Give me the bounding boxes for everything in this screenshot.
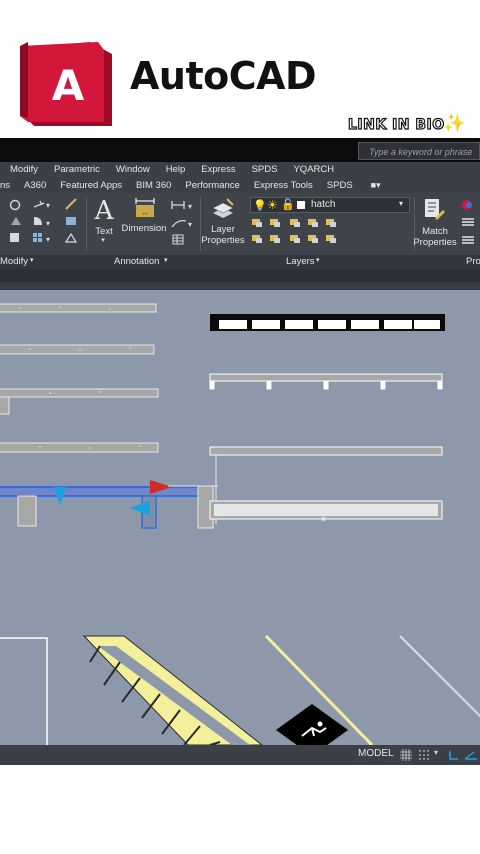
menu-item-window[interactable]: Window [116,164,150,175]
model-space-button[interactable]: MODEL [358,748,394,759]
parking-boundary [0,637,48,745]
match-properties-icon[interactable] [422,197,448,223]
right-element-4: ✳ [209,500,443,524]
menu-item-spds[interactable]: SPDS [252,164,278,175]
tab-featured-apps[interactable]: Featured Apps [60,180,122,191]
layer-freeze-icon: ☀ [267,198,278,212]
right-element-2 [209,373,443,390]
snap-toggle-icon[interactable] [418,748,430,760]
svg-text:▾: ▾ [188,220,192,229]
tab-a360[interactable]: A360 [24,180,46,191]
layer-color-swatch [297,201,305,209]
svg-text:A: A [52,61,85,110]
sparkle-icon: ✨ [443,113,466,133]
layer-dropdown-chevron-icon: ▾ [399,199,404,208]
status-dropdown-icon[interactable]: ▾ [434,748,446,760]
ortho-toggle-icon[interactable] [448,748,460,760]
menu-item-modify[interactable]: Modify [10,164,38,175]
layer-dropdown[interactable]: 💡 ☀ 🔓 hatch ▾ [250,197,410,213]
tab-express-tools[interactable]: Express Tools [254,180,313,191]
search-input[interactable]: Type a keyword or phrase [358,142,480,160]
svg-text:▾: ▾ [46,201,50,210]
svg-text:✳: ✳ [320,515,327,524]
menu-bar: Modify Parametric Window Help Express SP… [0,162,480,177]
autocad-logo-icon: A [20,42,112,126]
panel-modify-chevron-icon[interactable]: ▾ [30,256,34,264]
svg-text:▾: ▾ [46,235,50,244]
svg-text:▾: ▾ [46,219,50,228]
panel-label-properties[interactable]: Pro [466,256,480,267]
selected-beam [0,450,218,529]
ribbon-panel-labels: Modify ▾ Annotation ▾ Layers ▾ Pro [0,255,480,269]
svg-text:↔: ↔ [141,208,149,217]
ribbon-tabs: ns A360 Featured Apps BIM 360 Performanc… [0,177,480,194]
annotation-small-tools-icon[interactable]: ▾ ▾ [170,197,196,247]
dimension-tool-label[interactable]: Dimension [120,223,168,234]
menu-item-help[interactable]: Help [166,164,186,175]
panel-label-annotation[interactable]: Annotation [114,256,159,267]
polar-toggle-icon[interactable] [464,748,477,760]
text-tool-icon[interactable]: A [92,195,116,223]
properties-tools-icon[interactable] [460,197,480,247]
tab-spds[interactable]: SPDS [327,180,353,191]
drawing-content: ✳ [0,303,480,745]
right-element-1 [210,314,445,331]
layer-tools-icon[interactable] [250,215,342,251]
match-properties-label[interactable]: Match Properties [410,226,460,248]
grid-toggle-icon[interactable] [400,748,412,761]
hatched-access-aisle [82,635,263,745]
panel-annotation-chevron-icon[interactable]: ▾ [164,256,168,264]
svg-text:A: A [94,196,115,223]
modify-tools-icon[interactable]: ▾ ▾ ▾ [6,197,86,247]
left-beam-3 [0,388,159,415]
panel-label-layers[interactable]: Layers [286,256,315,267]
layer-current-name: hatch [311,199,336,210]
tab-options-icon[interactable]: ■▾ [371,180,381,191]
layer-properties-icon[interactable] [210,197,236,223]
menu-item-express[interactable]: Express [201,164,235,175]
menu-item-parametric[interactable]: Parametric [54,164,100,175]
layer-on-icon: 💡 [253,200,267,212]
menu-item-yqarch[interactable]: YQARCH [293,164,334,175]
left-beam-4 [0,442,159,453]
right-element-3 [209,446,443,456]
left-beam-1 [0,303,157,313]
left-beam-2 [0,344,155,355]
tab-performance[interactable]: Performance [185,180,239,191]
drawing-canvas[interactable]: ✳ [0,290,480,745]
ribbon-panel: ▾ ▾ ▾ A Text ▾ ↔ Dimension ▾ ▾ Layer Pro… [0,193,480,255]
panel-layers-chevron-icon[interactable]: ▾ [316,256,320,264]
text-dropdown-icon[interactable]: ▾ [98,236,108,244]
dimension-tool-icon[interactable]: ↔ [134,197,156,219]
layer-lock-icon: 🔓 [281,199,295,211]
tab-bim360[interactable]: BIM 360 [136,180,171,191]
tab-annotations[interactable]: ns [0,180,10,191]
brand-title: AutoCAD [130,54,317,98]
svg-text:▾: ▾ [188,202,192,211]
panel-label-modify[interactable]: Modify [0,256,28,267]
layer-properties-label[interactable]: Layer Properties [198,224,248,246]
link-in-bio-text: LINK IN BIO [347,116,445,133]
